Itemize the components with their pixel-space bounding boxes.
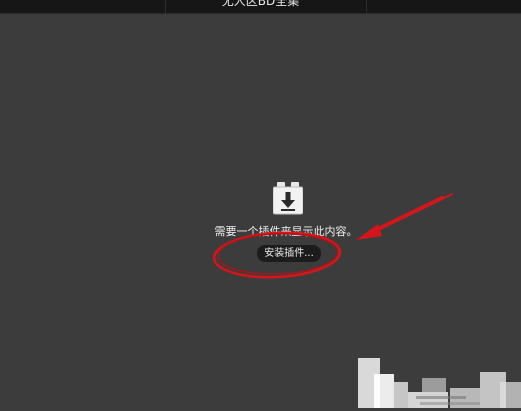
watermark-logo (358, 358, 521, 408)
window-title: 无人区BD全集 (221, 0, 300, 8)
plugin-required-message: 需要一个插件来显示此内容。 (214, 225, 358, 238)
install-plugin-button[interactable]: 安装插件... (257, 245, 321, 262)
plugin-download-icon (273, 182, 303, 215)
annotation-arrow (356, 193, 453, 240)
title-bar: 无人区BD全集 (0, 0, 521, 14)
browser-window: 无人区BD全集 需要一个插件来显示此内容。 安装插件... (0, 0, 521, 411)
